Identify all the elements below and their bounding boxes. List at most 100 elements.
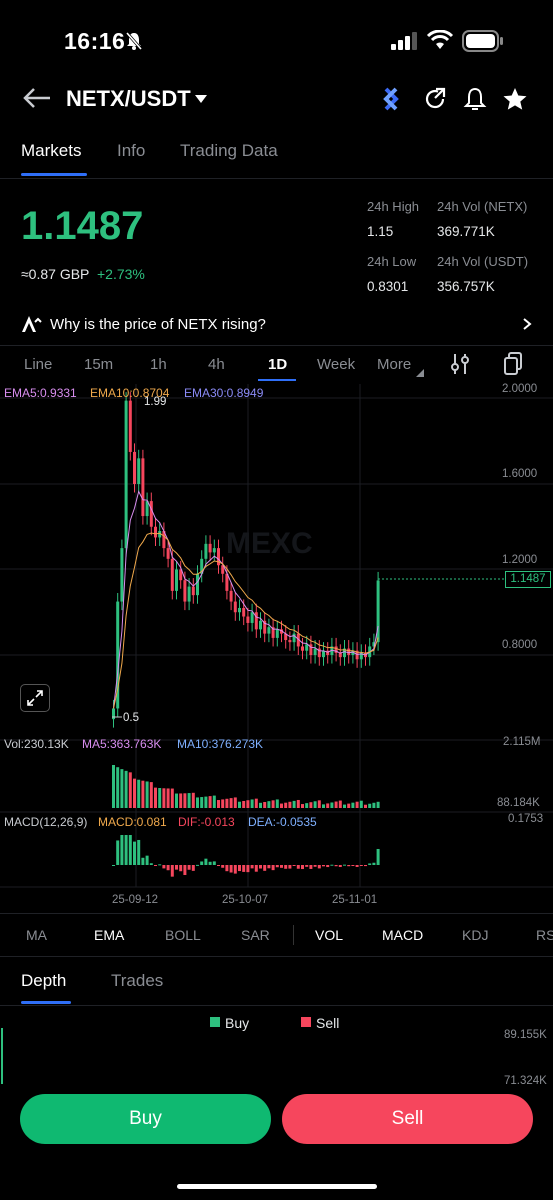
depth-buy-curve (1, 1028, 3, 1084)
candle-body (259, 620, 262, 630)
macd-bar (364, 865, 367, 867)
depth-tab-indicator (21, 1001, 71, 1004)
timeframe-week[interactable]: Week (317, 356, 355, 373)
tab-trading-data[interactable]: Trading Data (180, 141, 278, 161)
timeframe-more[interactable]: More (377, 356, 411, 373)
alert-bell-icon[interactable] (462, 86, 488, 117)
timeframe-line[interactable]: Line (24, 356, 52, 373)
macd-bar (221, 865, 225, 868)
macd-bar (158, 864, 162, 866)
macd-bar (133, 841, 136, 865)
fiat-price: ≈0.87 GBP (21, 266, 90, 282)
candlestick-chart[interactable]: MEXC 0.5 1.99 (0, 384, 553, 914)
indicator-boll[interactable]: BOLL (165, 927, 201, 943)
volume-bar (242, 800, 246, 808)
macd-bar (376, 848, 380, 865)
tab-trades[interactable]: Trades (111, 971, 163, 991)
vol-quote-label: 24h Vol (USDT) (437, 254, 529, 269)
indicator-ema[interactable]: EMA (94, 927, 124, 943)
tab-depth[interactable]: Depth (21, 971, 66, 991)
volume-bar (254, 798, 258, 808)
macd-bar (259, 865, 262, 869)
indicator-rsi[interactable]: RS (536, 927, 553, 943)
indicator-macd[interactable]: MACD (382, 927, 423, 943)
macd-bar (267, 865, 271, 869)
volume-bar (359, 800, 363, 808)
indicator-vol[interactable]: VOL (315, 927, 343, 943)
buy-legend-swatch (210, 1017, 220, 1027)
timeframe-1d[interactable]: 1D (268, 356, 287, 373)
share-icon[interactable] (422, 86, 448, 117)
buy-button[interactable]: Buy (20, 1094, 271, 1144)
volume-bar (166, 788, 170, 808)
volume-bar (233, 797, 237, 808)
candle-body (141, 458, 145, 517)
volume-bar (376, 801, 380, 808)
candle-body (229, 590, 233, 602)
ema5-line (113, 490, 379, 709)
volume-bar (246, 800, 250, 808)
pair-dropdown-caret-icon[interactable] (194, 92, 208, 110)
copy-layout-icon[interactable] (503, 352, 523, 381)
volume-bar (238, 801, 241, 808)
candle-body (191, 586, 195, 596)
y-tick: 1.6000 (502, 468, 538, 480)
x-tick: 25-09-12 (112, 894, 159, 906)
favorite-star-icon[interactable] (502, 86, 528, 117)
macd-bar (141, 857, 145, 865)
more-caret-icon[interactable] (416, 364, 424, 382)
candle-body (183, 580, 187, 602)
candle-body (246, 616, 250, 623)
macd-bar (170, 865, 174, 877)
volume-bar (200, 797, 204, 808)
indicator-kdj[interactable]: KDJ (462, 927, 488, 943)
fullscreen-button[interactable] (20, 684, 50, 712)
macd-bar (292, 865, 296, 866)
back-arrow-icon[interactable] (22, 86, 52, 115)
candle-body (175, 569, 178, 591)
indicator-settings-icon[interactable] (450, 353, 470, 380)
timeframe-4h[interactable]: 4h (208, 356, 225, 373)
volume-bar (364, 804, 367, 808)
macd-bar (263, 865, 267, 871)
volume-bar (250, 799, 254, 808)
vol-base-label: 24h Vol (NETX) (437, 199, 528, 214)
vol-legend: Vol:230.13K (4, 737, 69, 751)
divider (0, 178, 553, 179)
indicator-sar[interactable]: SAR (241, 927, 270, 943)
timeframe-1h[interactable]: 1h (150, 356, 167, 373)
candle-body (112, 708, 115, 720)
volume-bar (330, 802, 334, 808)
pair-title[interactable]: NETX/USDT (66, 86, 191, 112)
macd-bar (338, 865, 342, 867)
indicator-ma[interactable]: MA (26, 927, 47, 943)
volume-bar (317, 800, 321, 808)
insight-link[interactable]: Why is the price of NETX rising? (50, 316, 266, 333)
volume-bar (112, 765, 115, 808)
macd-bar (145, 855, 149, 865)
timeframe-15m[interactable]: 15m (84, 356, 113, 373)
high-value: 1.15 (367, 224, 394, 239)
volume-bar (191, 792, 195, 808)
vol-ma10-legend: MA10:376.273K (177, 737, 264, 751)
volume-bar (259, 802, 262, 808)
y-tick: 2.0000 (502, 383, 538, 395)
volume-bar (280, 803, 283, 808)
volume-bar (154, 787, 157, 808)
volume-bar (196, 797, 199, 808)
volume-bar (116, 767, 120, 808)
chain-logo-icon[interactable] (378, 86, 404, 117)
macd-bar (187, 865, 191, 870)
chevron-right-icon[interactable] (522, 317, 532, 336)
volume-bar (355, 801, 359, 808)
candle-body (288, 640, 292, 643)
volume-bar (334, 801, 338, 808)
macd-bar (200, 861, 204, 865)
tab-markets[interactable]: Markets (21, 141, 81, 161)
sell-button[interactable]: Sell (282, 1094, 533, 1144)
candle-body (275, 629, 279, 638)
vol-quote-value: 356.757K (437, 279, 495, 294)
tab-info[interactable]: Info (117, 141, 145, 161)
macd-bar (271, 865, 275, 871)
macd-bar (246, 865, 250, 873)
